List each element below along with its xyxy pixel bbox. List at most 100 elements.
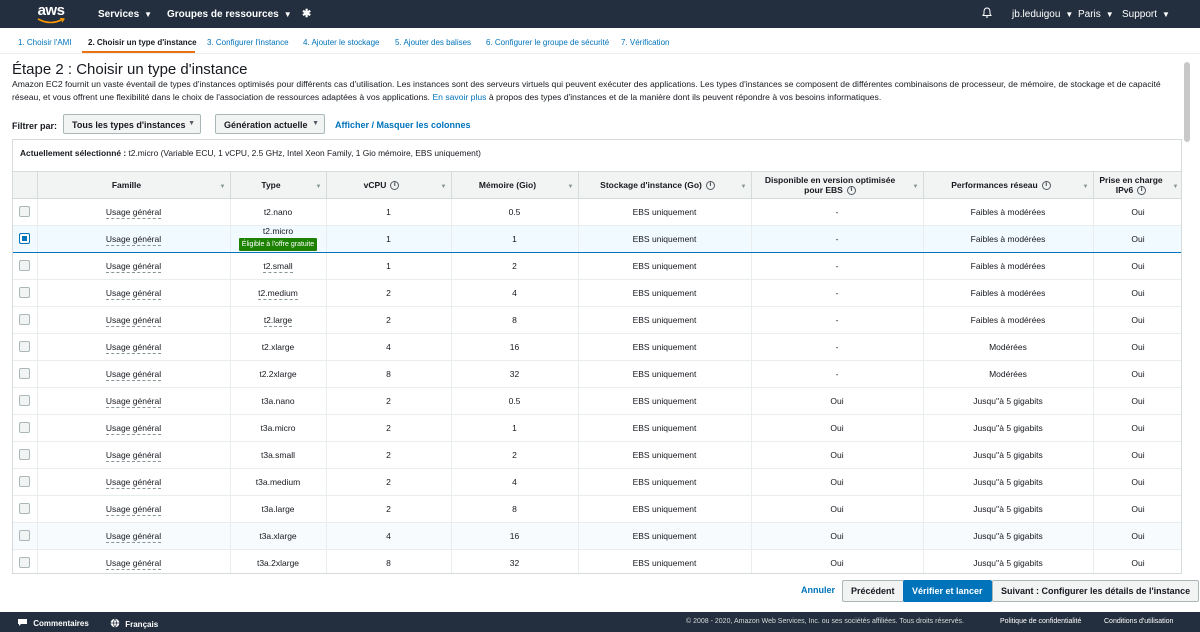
table-row[interactable]: Usage général t2.large 2 8 EBS uniquement - Fa… bbox=[13, 306, 1181, 334]
page-scrollbar[interactable] bbox=[1184, 62, 1190, 142]
row-select-checkbox[interactable] bbox=[19, 341, 31, 353]
table-row[interactable]: Usage général t3a.2xlarge 8 32 EBS uniquemen… bbox=[13, 549, 1181, 573]
network-cell: Faibles à modérées bbox=[923, 198, 1094, 226]
pin-icon[interactable]: ✱ bbox=[302, 7, 311, 20]
privacy-policy-link[interactable]: Politique de confidentialité bbox=[1000, 618, 1081, 625]
terms-of-use-link[interactable]: Conditions d'utilisation bbox=[1104, 618, 1173, 625]
table-row[interactable]: Usage général t2.nano 1 0.5 EBS uniquement - F… bbox=[13, 198, 1181, 226]
row-select-cell[interactable] bbox=[13, 333, 38, 361]
table-row[interactable]: Usage général t2.medium 2 4 EBS uniquement - F… bbox=[13, 279, 1181, 307]
instance-types-filter-select[interactable]: Tous les types d'instances ▼ bbox=[63, 114, 201, 134]
row-select-cell[interactable] bbox=[13, 198, 38, 226]
row-select-checkbox[interactable] bbox=[19, 503, 31, 515]
table-row[interactable]: Usage général t3a.nano 2 0.5 EBS uniquement O… bbox=[13, 387, 1181, 415]
table-row[interactable]: Usage général t3a.small 2 2 EBS uniquement Ou… bbox=[13, 441, 1181, 469]
table-row[interactable]: Usage général t2.micro Éligible à l'offre … bbox=[13, 224, 1181, 253]
next-configure-instance-button[interactable]: Suivant : Configurer les détails de l'in… bbox=[992, 580, 1200, 602]
feedback-link[interactable]: Commentaires bbox=[17, 618, 89, 628]
table-row[interactable]: Usage général t3a.xlarge 4 16 EBS uniquement… bbox=[13, 522, 1181, 550]
row-select-cell[interactable] bbox=[13, 306, 38, 334]
row-select-cell[interactable] bbox=[13, 279, 38, 307]
step-review[interactable]: 7. Vérification bbox=[621, 38, 669, 47]
region-menu[interactable]: Paris ▼ bbox=[1078, 9, 1114, 20]
sort-icon: ▼ bbox=[219, 184, 226, 190]
user-menu[interactable]: jb.leduigou ▼ bbox=[1012, 9, 1073, 20]
learn-more-link[interactable]: En savoir plus bbox=[432, 92, 486, 102]
type-cell: t2.2xlarge bbox=[230, 360, 327, 388]
step-add-storage[interactable]: 4. Ajouter le stockage bbox=[303, 38, 380, 47]
info-icon[interactable]: i bbox=[846, 185, 856, 195]
table-row[interactable]: Usage général t2.small 1 2 EBS uniquement - Fa… bbox=[13, 252, 1181, 280]
ebs-optimized-cell: - bbox=[751, 279, 924, 307]
info-icon[interactable]: i bbox=[1137, 185, 1147, 195]
cancel-button[interactable]: Annuler bbox=[793, 580, 843, 602]
row-select-checkbox[interactable] bbox=[19, 557, 31, 569]
row-select-cell[interactable] bbox=[13, 414, 38, 442]
row-select-checkbox[interactable] bbox=[19, 233, 31, 245]
table-row[interactable]: Usage général t3a.large 2 8 EBS uniquement Ou… bbox=[13, 495, 1181, 523]
row-select-cell[interactable] bbox=[13, 360, 38, 388]
ipv6-cell: Oui bbox=[1093, 198, 1181, 226]
row-select-checkbox[interactable] bbox=[19, 260, 31, 272]
toggle-columns-link[interactable]: Afficher / Masquer les colonnes bbox=[335, 120, 471, 130]
table-row[interactable]: Usage général t2.xlarge 4 16 EBS uniquement -… bbox=[13, 333, 1181, 361]
column-header-family[interactable]: Famille ▼ bbox=[37, 172, 231, 199]
resource-groups-menu[interactable]: Groupes de ressources ▼ bbox=[167, 9, 292, 20]
column-header-network[interactable]: Performances réseau i ▼ bbox=[923, 172, 1094, 199]
generation-filter-select[interactable]: Génération actuelle ▼ bbox=[215, 114, 325, 134]
review-and-launch-button[interactable]: Vérifier et lancer bbox=[903, 580, 992, 602]
sort-icon: ▼ bbox=[1082, 184, 1089, 190]
type-cell: t3a.xlarge bbox=[230, 522, 327, 550]
column-header-storage[interactable]: Stockage d'instance (Go) i ▼ bbox=[578, 172, 752, 199]
step-choose-ami[interactable]: 1. Choisir l'AMI bbox=[18, 38, 72, 47]
row-select-checkbox[interactable] bbox=[19, 314, 31, 326]
column-header-ebs-optimized[interactable]: Disponible en version optimisée pour EBS… bbox=[751, 172, 924, 199]
row-select-checkbox[interactable] bbox=[19, 530, 31, 542]
table-row[interactable]: Usage général t2.2xlarge 8 32 EBS uniquement… bbox=[13, 360, 1181, 388]
row-select-cell[interactable] bbox=[13, 387, 38, 415]
info-icon[interactable]: i bbox=[390, 180, 400, 190]
storage-cell: EBS uniquement bbox=[578, 549, 752, 573]
row-select-cell[interactable] bbox=[13, 441, 38, 469]
step-configure-security-group[interactable]: 6. Configurer le groupe de sécurité bbox=[486, 38, 609, 47]
services-menu[interactable]: Services ▼ bbox=[98, 9, 152, 20]
info-icon[interactable]: i bbox=[705, 180, 715, 190]
family-cell: Usage général bbox=[37, 522, 231, 550]
globe-icon bbox=[110, 618, 120, 628]
previous-button[interactable]: Précédent bbox=[842, 580, 904, 602]
row-select-cell[interactable] bbox=[13, 549, 38, 573]
step-configure-instance[interactable]: 3. Configurer l'instance bbox=[207, 38, 289, 47]
column-header-ipv6[interactable]: Prise en charge IPv6 i ▼ bbox=[1093, 172, 1181, 199]
family-cell: Usage général bbox=[37, 252, 231, 280]
row-select-cell[interactable] bbox=[13, 224, 38, 253]
bell-icon[interactable] bbox=[982, 7, 992, 21]
row-select-cell[interactable] bbox=[13, 468, 38, 496]
row-select-cell[interactable] bbox=[13, 252, 38, 280]
column-header-vcpu[interactable]: vCPU i ▼ bbox=[326, 172, 452, 199]
step-choose-instance-type[interactable]: 2. Choisir un type d'instance bbox=[88, 38, 197, 47]
column-header-type[interactable]: Type ▼ bbox=[230, 172, 327, 199]
row-select-checkbox[interactable] bbox=[19, 476, 31, 488]
step-add-tags[interactable]: 5. Ajouter des balises bbox=[395, 38, 471, 47]
row-select-cell[interactable] bbox=[13, 495, 38, 523]
ebs-optimized-cell: - bbox=[751, 333, 924, 361]
vcpu-cell: 2 bbox=[326, 441, 452, 469]
row-select-checkbox[interactable] bbox=[19, 422, 31, 434]
row-select-checkbox[interactable] bbox=[19, 449, 31, 461]
memory-cell: 32 bbox=[451, 360, 579, 388]
row-select-checkbox[interactable] bbox=[19, 287, 31, 299]
aws-logo[interactable]: aws bbox=[33, 3, 69, 25]
table-row[interactable]: Usage général t3a.micro 2 1 EBS uniquement Ou… bbox=[13, 414, 1181, 442]
row-select-cell[interactable] bbox=[13, 522, 38, 550]
table-row[interactable]: Usage général t3a.medium 2 4 EBS uniquement O… bbox=[13, 468, 1181, 496]
info-icon[interactable]: i bbox=[1041, 180, 1051, 190]
row-select-checkbox[interactable] bbox=[19, 206, 31, 218]
support-menu[interactable]: Support ▼ bbox=[1122, 9, 1170, 20]
language-selector[interactable]: Français bbox=[110, 618, 158, 629]
network-cell: Faibles à modérées bbox=[923, 306, 1094, 334]
column-header-memory[interactable]: Mémoire (Gio) ▼ bbox=[451, 172, 579, 199]
type-cell: t2.medium bbox=[230, 279, 327, 307]
row-select-checkbox[interactable] bbox=[19, 368, 31, 380]
ipv6-cell: Oui bbox=[1093, 441, 1181, 469]
row-select-checkbox[interactable] bbox=[19, 395, 31, 407]
